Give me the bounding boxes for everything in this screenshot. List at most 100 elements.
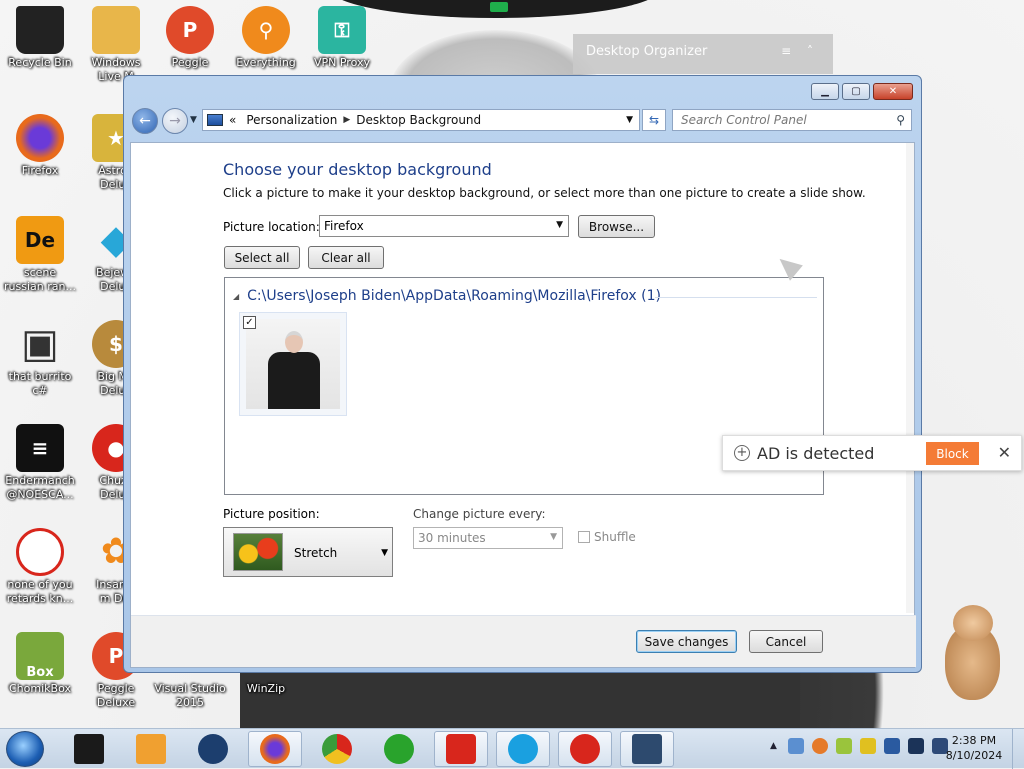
taskbar-firefox[interactable]: [248, 731, 302, 767]
desktop-icon-label: WinZip: [246, 682, 286, 695]
breadcrumb-prefix[interactable]: «: [229, 113, 236, 127]
cancel-button[interactable]: Cancel: [749, 630, 823, 653]
desktop-organizer-widget[interactable]: Desktop Organizer ≡ ˄: [573, 34, 833, 74]
desktop-icon-none-of-you[interactable]: none of you retards kn...: [0, 528, 80, 606]
skype-icon: [508, 734, 538, 764]
start-button[interactable]: [6, 731, 44, 767]
taskbar-control-panel[interactable]: [620, 731, 674, 767]
picture-thumbnail[interactable]: ✓: [239, 312, 347, 416]
desktop-icon-burrito[interactable]: ▣ that burrito c#: [0, 320, 80, 398]
desktop-icon-windows-live[interactable]: Windows Live M: [76, 6, 156, 84]
desktop-icon-label: Recycle Bin: [8, 56, 72, 69]
taskbar-clock[interactable]: 2:38 PM 8/10/2024: [942, 733, 1006, 763]
page-title: Choose your desktop background: [223, 160, 492, 179]
page-description: Click a picture to make it your desktop …: [223, 186, 866, 200]
network-icon[interactable]: [908, 738, 924, 754]
ad-detected-message: AD is detected: [757, 444, 875, 463]
terminal-icon: ≡: [16, 424, 64, 472]
taskbar-app-black[interactable]: [62, 731, 116, 767]
close-icon[interactable]: ✕: [998, 443, 1011, 462]
chevron-down-icon: ▼: [381, 548, 388, 558]
hamster-pet[interactable]: [935, 605, 1005, 705]
red-creature-icon: [570, 734, 600, 764]
address-dropdown-icon[interactable]: ▼: [626, 115, 633, 125]
change-picture-every-dropdown[interactable]: 30 minutes ▼: [413, 527, 563, 549]
desktop-icon-label: Peggle: [171, 56, 209, 69]
tray-app-icon[interactable]: [812, 738, 828, 754]
show-desktop-button[interactable]: [1012, 729, 1024, 769]
desktop-icon-endermanch[interactable]: ≡ Endermanch @NOESCA...: [0, 424, 80, 502]
desktop-icon-recycle-bin[interactable]: Recycle Bin: [0, 6, 80, 70]
block-button[interactable]: Block: [926, 442, 979, 465]
address-bar[interactable]: « Personalization ▶ Desktop Background ▼: [202, 109, 640, 131]
desktop-icon-vpn-proxy[interactable]: ⚿ VPN Proxy: [302, 6, 382, 70]
desktop-icon-label: scene russian ran...: [4, 266, 76, 293]
shuffle-checkbox-box[interactable]: [578, 531, 590, 543]
back-arrow-icon[interactable]: ←: [132, 108, 158, 134]
tray-warning-icon[interactable]: [860, 738, 876, 754]
person-figure-body: [268, 352, 320, 409]
navigation-bar: ← → ▼ « Personalization ▶ Desktop Backgr…: [130, 107, 917, 135]
picture-position-label: Picture position:: [223, 507, 320, 521]
desktop-icon-chomikbox[interactable]: Box ChomikBox: [0, 632, 80, 696]
wps-office-icon: [446, 734, 476, 764]
recent-pages-chevron-icon[interactable]: ▼: [190, 115, 197, 125]
picture-location-dropdown[interactable]: Firefox ▼: [319, 215, 569, 237]
change-picture-every-value: 30 minutes: [418, 531, 486, 545]
desktop-icon-peggle[interactable]: P Peggle: [150, 6, 230, 70]
magnifier-icon: ⚲: [242, 6, 290, 54]
breadcrumb-separator-icon[interactable]: ▶: [343, 115, 350, 125]
tray-expand-icon[interactable]: ▲: [770, 741, 780, 751]
browse-button[interactable]: Browse...: [578, 215, 655, 238]
picture-position-value: Stretch: [294, 546, 338, 560]
chevron-down-icon: ▼: [556, 220, 563, 230]
save-changes-button[interactable]: Save changes: [636, 630, 737, 653]
organizer-menu-icon[interactable]: ≡ ˄: [781, 44, 819, 58]
window-controls: ▁ ▢ ✕: [811, 83, 913, 100]
taskbar-skype[interactable]: [496, 731, 550, 767]
taskbar: ▲ 2:38 PM 8/10/2024: [0, 728, 1024, 769]
search-icon[interactable]: ⚲: [896, 113, 905, 127]
taskbar-ie[interactable]: [372, 731, 426, 767]
taskbar-app-media[interactable]: [124, 731, 178, 767]
taskbar-wps[interactable]: [434, 731, 488, 767]
breadcrumb-personalization[interactable]: Personalization: [246, 113, 337, 127]
shuffle-checkbox[interactable]: Shuffle: [578, 530, 636, 544]
picture-position-dropdown[interactable]: Stretch ▼: [223, 527, 393, 577]
desktop-background-window: ▁ ▢ ✕ ← → ▼ « Personalization ▶ Desktop …: [123, 75, 922, 673]
taskbar-app-red[interactable]: [558, 731, 612, 767]
recycle-bin-icon: [16, 6, 64, 54]
clock-time: 2:38 PM: [951, 734, 997, 747]
thumbnail-checkbox[interactable]: ✓: [243, 316, 256, 329]
maximize-icon[interactable]: ▢: [842, 83, 870, 100]
monitor-icon: [74, 734, 104, 764]
forward-arrow-icon[interactable]: →: [162, 108, 188, 134]
stacked-windows-icon: ▣: [21, 321, 59, 367]
close-icon[interactable]: ✕: [873, 83, 913, 100]
defender-shield-icon[interactable]: [884, 738, 900, 754]
key-icon: ⚿: [318, 6, 366, 54]
breadcrumb-desktop-background[interactable]: Desktop Background: [356, 113, 481, 127]
clear-all-button[interactable]: Clear all: [308, 246, 384, 269]
picture-group-header[interactable]: ◢ C:\Users\Joseph Biden\AppData\Roaming\…: [233, 288, 661, 304]
internet-explorer-icon: [384, 734, 414, 764]
shuffle-label: Shuffle: [594, 530, 636, 544]
media-player-icon: [136, 734, 166, 764]
cloud-icon[interactable]: [788, 738, 804, 754]
minimize-icon[interactable]: ▁: [811, 83, 839, 100]
select-all-button[interactable]: Select all: [224, 246, 300, 269]
taskbar-chrome[interactable]: [310, 731, 364, 767]
tray-shield-icon[interactable]: [836, 738, 852, 754]
desktop-icon-everything[interactable]: ⚲ Everything: [226, 6, 306, 70]
collapse-triangle-icon[interactable]: ◢: [233, 292, 239, 301]
search-input[interactable]: Search Control Panel ⚲: [672, 109, 912, 131]
change-picture-every-label: Change picture every:: [413, 507, 546, 521]
picture-location-value: Firefox: [324, 219, 364, 233]
desktop-organizer-title: Desktop Organizer: [586, 44, 708, 59]
desktop-icon-firefox[interactable]: Firefox: [0, 114, 80, 178]
peggle-icon: P: [166, 6, 214, 54]
ad-detected-popup: + AD is detected Block ✕: [722, 435, 1022, 471]
taskbar-app-orb[interactable]: [186, 731, 240, 767]
refresh-icon[interactable]: ⇆: [642, 109, 666, 131]
desktop-icon-scene[interactable]: De scene russian ran...: [0, 216, 80, 294]
